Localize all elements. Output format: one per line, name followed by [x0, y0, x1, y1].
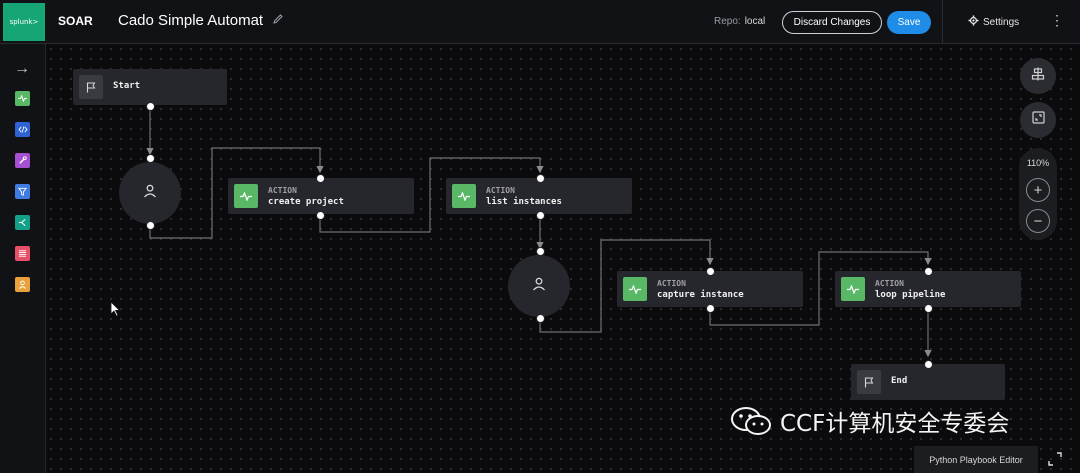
top-bar: splunk> SOAR Cado Simple Automation Repo… — [0, 0, 1080, 44]
watermark-text: CCF计算机安全专委会 — [780, 411, 1010, 437]
action-node-capture-instance[interactable]: ACTION capture instance — [617, 271, 803, 307]
port-dot[interactable] — [315, 210, 325, 220]
zoom-in-button[interactable]: + — [1026, 178, 1050, 202]
end-label: End — [891, 376, 908, 386]
repo-value: local — [744, 16, 766, 27]
action-pulse-icon — [841, 277, 865, 301]
filter-tool-icon[interactable] — [15, 184, 30, 199]
prompt-node-1[interactable] — [119, 162, 181, 224]
port-dot[interactable] — [145, 220, 155, 230]
action-pulse-icon — [623, 277, 647, 301]
port-dot[interactable] — [923, 266, 933, 276]
flag-icon — [79, 75, 103, 99]
start-node[interactable]: Start — [73, 69, 227, 105]
block-toolbar: → — [0, 44, 46, 473]
action-node-list-instances[interactable]: ACTION list instances — [446, 178, 632, 214]
port-dot[interactable] — [535, 173, 545, 183]
port-dot[interactable] — [535, 210, 545, 220]
repo-label: Repo: — [714, 16, 741, 27]
port-dot[interactable] — [705, 266, 715, 276]
action-name-label: capture instance — [657, 290, 744, 300]
port-dot[interactable] — [145, 101, 155, 111]
port-dot[interactable] — [145, 153, 155, 163]
settings-button[interactable]: Settings — [968, 15, 1019, 29]
fit-to-screen-button[interactable] — [1020, 102, 1056, 138]
port-dot[interactable] — [535, 246, 545, 256]
decision-tool-icon[interactable] — [15, 215, 30, 230]
action-pulse-icon — [234, 184, 258, 208]
user-icon — [143, 184, 157, 203]
minus-icon: − — [1033, 212, 1043, 230]
action-name-label: loop pipeline — [875, 290, 946, 300]
discard-changes-button[interactable]: Discard Changes — [782, 11, 882, 34]
zoom-controls: 110% + − — [1019, 148, 1057, 240]
gear-icon — [968, 15, 979, 29]
action-tool-icon[interactable] — [15, 91, 30, 106]
start-label: Start — [113, 81, 141, 91]
expand-icon[interactable] — [1043, 448, 1067, 470]
prompt-node-2[interactable] — [508, 255, 570, 317]
user-icon — [532, 277, 546, 296]
action-node-create-project[interactable]: ACTION create project — [228, 178, 414, 214]
action-name-label: list instances — [486, 197, 562, 207]
edit-title-icon[interactable] — [272, 13, 284, 27]
plus-icon: + — [1033, 181, 1043, 199]
zoom-out-button[interactable]: − — [1026, 209, 1050, 233]
end-node[interactable]: End — [851, 364, 1005, 400]
save-button[interactable]: Save — [887, 11, 931, 34]
action-kind-label: ACTION — [268, 186, 297, 195]
port-dot[interactable] — [535, 313, 545, 323]
header-divider — [942, 0, 943, 44]
fit-screen-icon — [1031, 111, 1045, 129]
auto-layout-button[interactable] — [1020, 58, 1056, 94]
port-dot[interactable] — [923, 359, 933, 369]
port-dot[interactable] — [705, 303, 715, 313]
repo-indicator: Repo: local — [714, 16, 765, 27]
python-playbook-editor-tab[interactable]: Python Playbook Editor — [914, 446, 1038, 473]
splunk-logo[interactable]: splunk> — [3, 3, 45, 41]
wechat-icon — [730, 406, 772, 436]
port-dot[interactable] — [315, 173, 325, 183]
format-tool-icon[interactable] — [15, 246, 30, 261]
playbook-title[interactable]: Cado Simple Automation — [118, 12, 263, 29]
action-kind-label: ACTION — [875, 279, 904, 288]
zoom-level: 110% — [1026, 158, 1050, 168]
flag-icon — [857, 370, 881, 394]
expand-panel-arrow-icon[interactable]: → — [12, 59, 32, 79]
more-menu-icon[interactable]: ⋮ — [1050, 13, 1064, 27]
action-name-label: create project — [268, 197, 344, 207]
wechat-watermark: CCF计算机安全专委会 — [730, 404, 1009, 438]
port-dot[interactable] — [923, 303, 933, 313]
utility-tool-icon[interactable] — [15, 153, 30, 168]
action-kind-label: ACTION — [657, 279, 686, 288]
code-tool-icon[interactable] — [15, 122, 30, 137]
action-pulse-icon — [452, 184, 476, 208]
action-kind-label: ACTION — [486, 186, 515, 195]
align-center-icon — [1031, 67, 1045, 86]
mouse-cursor-icon — [110, 301, 121, 317]
prompt-tool-icon[interactable] — [15, 277, 30, 292]
app-name: SOAR — [58, 14, 93, 28]
action-node-loop-pipeline[interactable]: ACTION loop pipeline — [835, 271, 1021, 307]
settings-label: Settings — [983, 16, 1020, 28]
